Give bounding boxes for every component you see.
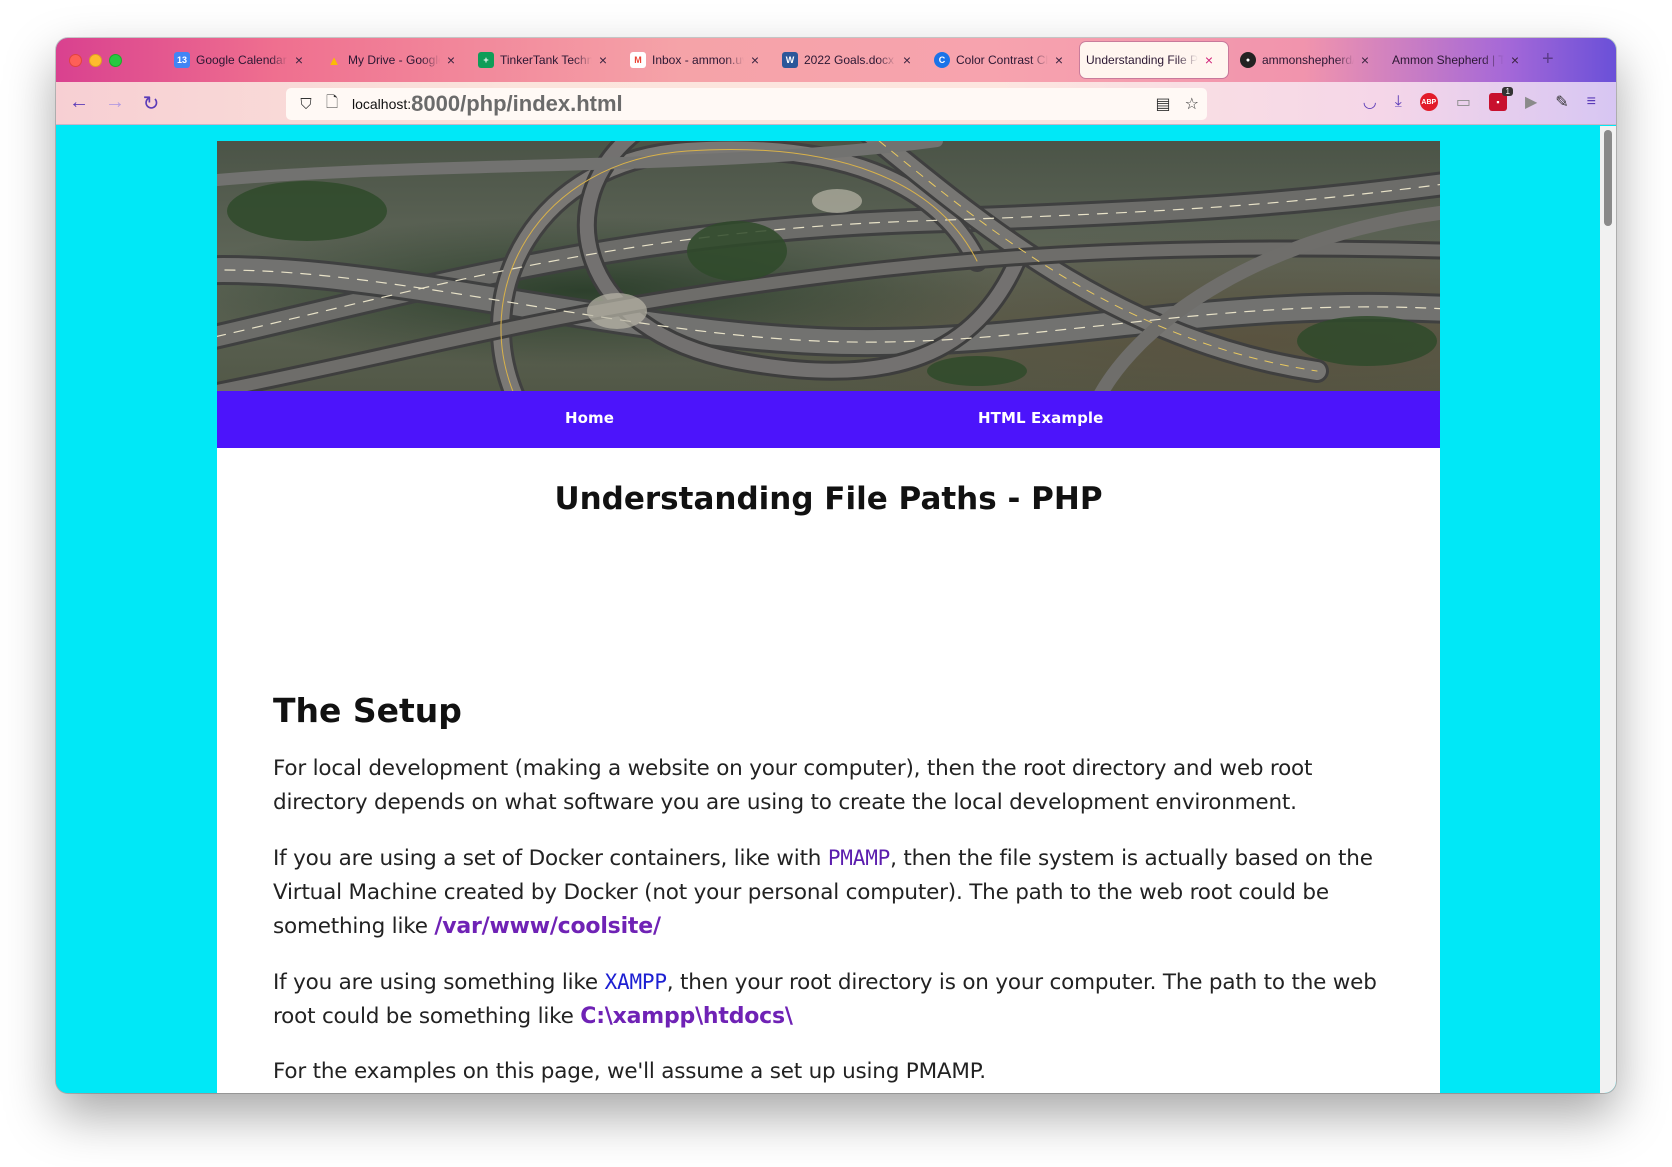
github-icon: ● (1240, 52, 1256, 68)
url-path: 8000/php/index.html (411, 91, 623, 116)
eyedropper-icon[interactable]: ✎ (1555, 92, 1568, 112)
highway-interchange-image (217, 141, 1440, 391)
back-arrow-icon[interactable]: ← (66, 91, 92, 114)
site-nav: Home HTML Example (217, 391, 1440, 448)
minimize-window-button[interactable] (89, 54, 102, 67)
paragraph-assumption: For the examples on this page, we'll ass… (273, 1059, 986, 1084)
forward-arrow-icon[interactable]: → (102, 91, 128, 114)
tab-close-icon[interactable]: × (1052, 52, 1066, 68)
tab-close-icon[interactable]: × (292, 52, 306, 68)
play-icon[interactable]: ▶ (1525, 92, 1537, 112)
section-heading: The Setup (273, 691, 462, 730)
close-window-button[interactable] (69, 54, 82, 67)
url-host: localhost: (352, 96, 412, 112)
paragraph-local-development: For local development (making a website … (273, 756, 1313, 815)
path-web-root-docker: /var/www/coolsite/ (434, 914, 661, 939)
code-xampp: XAMPP (604, 970, 667, 994)
reload-icon[interactable]: ↻ (138, 91, 164, 116)
paragraph-docker: If you are using a set of Docker contain… (273, 841, 1393, 944)
text: If you are using something like (273, 970, 605, 995)
code-pmamp: PMAMP (827, 846, 891, 870)
tab-google-calendar[interactable]: 13 Google Calendar × (168, 42, 306, 78)
menu-icon[interactable]: ≡ (1587, 93, 1596, 111)
word-icon: W (782, 52, 798, 68)
tab-close-icon[interactable]: × (596, 52, 610, 68)
tab-2022-goals[interactable]: W 2022 Goals.docx × (776, 42, 914, 78)
tab-my-drive[interactable]: ▲ My Drive - Google Drive × (320, 42, 458, 78)
tab-label: ammonshepherd/ (1262, 53, 1354, 67)
browser-window: 13 Google Calendar × ▲ My Drive - Google… (56, 38, 1616, 1093)
page-title: Understanding File Paths - PHP (554, 481, 1103, 517)
tab-inbox[interactable]: M Inbox - ammon.uvu × (624, 42, 762, 78)
toolbar-icons: ◡ ⤓ ABP ▭ ▪ 1 ▶ ✎ ≡ (1363, 87, 1596, 112)
nav-link-home[interactable]: Home (565, 409, 614, 427)
tab-close-icon[interactable]: × (1358, 52, 1372, 68)
bookmark-star-icon[interactable]: ☆ (1185, 94, 1199, 114)
tab-label: 2022 Goals.docx (804, 53, 895, 67)
hero-image (217, 141, 1440, 391)
shield-icon[interactable]: ⛉ (296, 96, 316, 113)
text: If you are using a set of Docker contain… (273, 846, 828, 871)
scrollbar-thumb[interactable] (1604, 130, 1612, 226)
tab-close-icon[interactable]: × (748, 52, 762, 68)
tab-ammon-shepherd[interactable]: Ammon Shepherd | Tu × (1386, 42, 1522, 78)
new-tab-button[interactable]: + (1542, 48, 1554, 71)
download-icon[interactable]: ⤓ (1395, 93, 1402, 111)
tab-label: Color Contrast Checker (956, 53, 1048, 67)
adblock-icon[interactable]: ABP (1419, 93, 1438, 111)
address-bar[interactable]: ⛉ 🗋 localhost: 8000/php/index.html ▤ ☆ (286, 88, 1207, 120)
paragraph-xampp: If you are using something like XAMPP, t… (273, 965, 1393, 1034)
scrollbar-track[interactable] (1600, 126, 1616, 1093)
tab-label: My Drive - Google Drive (348, 53, 440, 67)
tab-label: Ammon Shepherd | Tu (1392, 53, 1504, 67)
tab-close-icon[interactable]: × (1202, 52, 1216, 68)
gmail-icon: M (630, 52, 646, 68)
main-content: The Setup For local development (making … (273, 691, 1393, 1093)
tab-understanding-file-paths[interactable]: Understanding File Paths × (1080, 42, 1228, 78)
extension-icon[interactable]: ▪ 1 (1488, 87, 1513, 111)
contrast-icon: C (934, 52, 950, 68)
urlbar-actions: ▤ ☆ (1156, 94, 1199, 114)
pocket-icon[interactable]: ◡ (1363, 92, 1377, 112)
tab-color-contrast[interactable]: C Color Contrast Checker × (928, 42, 1066, 78)
zoom-window-button[interactable] (109, 54, 122, 67)
tab-close-icon[interactable]: × (444, 52, 458, 68)
page-viewport: Home HTML Example Understanding File Pat… (56, 126, 1616, 1093)
tab-label: Google Calendar (196, 53, 287, 67)
drive-icon: ▲ (327, 52, 341, 68)
tab-label: TinkerTank Technology (500, 53, 592, 67)
sheets-icon: + (478, 52, 494, 68)
path-web-root-xampp: C:\xampp\htdocs\ (580, 1004, 793, 1029)
calendar-icon: 13 (174, 52, 190, 68)
tab-label: Understanding File Paths (1086, 53, 1198, 67)
page-icon[interactable]: 🗋 (322, 92, 342, 117)
tab-github[interactable]: ● ammonshepherd/ × (1234, 42, 1372, 78)
tab-strip: 13 Google Calendar × ▲ My Drive - Google… (56, 38, 1616, 82)
nav-link-html-example[interactable]: HTML Example (978, 409, 1103, 427)
tab-close-icon[interactable]: × (1508, 52, 1522, 68)
navigation-toolbar: ← → ↻ ⛉ 🗋 localhost: 8000/php/index.html … (56, 82, 1616, 125)
reader-view-icon[interactable]: ▤ (1156, 94, 1171, 114)
page-container: Home HTML Example Understanding File Pat… (217, 141, 1440, 1093)
document-icon[interactable]: ▭ (1456, 92, 1471, 112)
tab-tinkertank[interactable]: + TinkerTank Technology × (472, 42, 610, 78)
tab-label: Inbox - ammon.uvu (652, 53, 744, 67)
tab-close-icon[interactable]: × (900, 52, 914, 68)
